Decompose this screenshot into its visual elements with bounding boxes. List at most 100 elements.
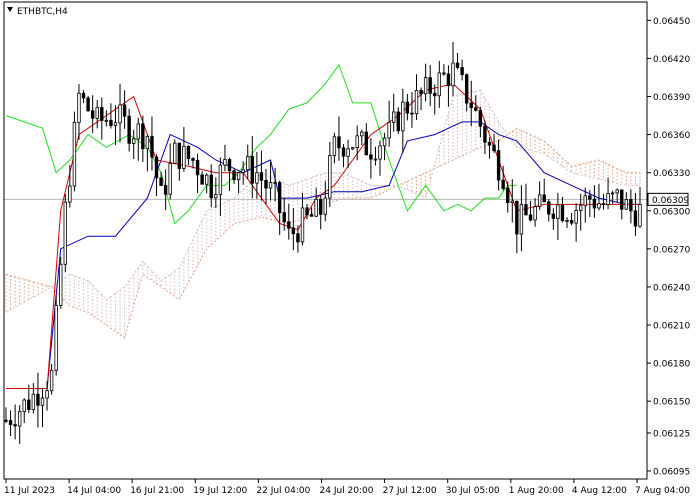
candle-body [22, 399, 26, 413]
candle-body [154, 156, 159, 179]
candle-body [268, 182, 273, 189]
candle-body [547, 201, 551, 215]
candle-body [27, 399, 31, 410]
x-tick-label: 22 Jul 04:00 [256, 486, 310, 496]
candle-body [232, 170, 236, 180]
candle-body [127, 115, 131, 144]
candle-body [346, 148, 350, 157]
candle-body [4, 419, 8, 422]
candle-body [177, 142, 182, 169]
candle-body [620, 189, 624, 210]
candle-body [296, 233, 300, 243]
candle-body [401, 101, 405, 132]
candle-body [40, 397, 45, 406]
candle-body [396, 111, 400, 132]
candle-body [90, 110, 95, 119]
candle-body [227, 159, 232, 172]
candle-body [291, 227, 296, 235]
candle-body [95, 107, 99, 119]
candle-body [118, 104, 122, 124]
candle-body [483, 125, 487, 143]
candle-body [524, 204, 528, 216]
candle-body [583, 195, 587, 207]
candle-body [204, 174, 209, 185]
candle-body [519, 204, 524, 235]
x-tick-label: 30 Jul 05:00 [446, 486, 500, 496]
candle-body [86, 97, 90, 112]
y-tick-label: 0.06330 [653, 169, 690, 179]
candle-body [305, 207, 309, 216]
candle-body [136, 123, 140, 140]
x-tick-label: 14 Jul 04:00 [67, 486, 121, 496]
candle-body [510, 200, 514, 204]
candle-body [186, 145, 191, 159]
x-tick-label: 1 Aug 20:00 [509, 486, 564, 496]
candle-body [610, 192, 615, 195]
candle-body [200, 174, 204, 185]
y-tick-label: 0.06360 [653, 131, 690, 141]
candle-body [31, 393, 36, 410]
candle-body [391, 111, 396, 123]
candle-body [410, 112, 414, 115]
candle-body [241, 169, 245, 173]
candle-body [624, 198, 629, 210]
x-tick-label: 24 Jul 20:00 [320, 486, 374, 496]
candle-body [515, 200, 519, 235]
y-tick-label: 0.06125 [653, 429, 690, 439]
candle-body [615, 189, 619, 194]
candle-body [423, 77, 428, 95]
candle-body [350, 147, 355, 150]
candle-body [182, 145, 186, 169]
candle-body [236, 172, 241, 180]
y-tick-label: 0.06390 [653, 93, 690, 103]
candle-body [629, 198, 633, 212]
candle-body [113, 122, 118, 126]
candle-body [81, 92, 86, 99]
x-tick-label: 27 Jul 12:00 [383, 486, 437, 496]
candle-body [104, 119, 109, 122]
candle-body [150, 136, 154, 158]
candle-body [195, 159, 200, 176]
y-tick-label: 0.06300 [653, 207, 690, 217]
candle-body [173, 142, 177, 164]
candle-body [474, 107, 478, 111]
candle-body [132, 138, 136, 144]
candle-body [414, 90, 419, 115]
candle-body [464, 74, 469, 104]
candle-body [533, 206, 537, 221]
candle-body [122, 104, 127, 117]
candle-body [355, 135, 359, 148]
candle-body [565, 220, 569, 222]
candle-body [209, 174, 213, 199]
y-tick-label: 0.06270 [653, 245, 690, 255]
candle-body [560, 204, 565, 222]
candle-body [145, 136, 150, 150]
y-tick-label: 0.06150 [653, 398, 690, 408]
candle-body [332, 136, 337, 156]
candle-body [255, 172, 259, 184]
y-tick-label: 0.06095 [653, 468, 690, 478]
candle-body [492, 144, 496, 152]
candle-body [446, 73, 451, 87]
candle-body [364, 131, 369, 156]
candle-body [214, 194, 218, 199]
candle-body [597, 203, 601, 209]
candle-body [633, 210, 638, 227]
candle-body [168, 162, 172, 195]
candle-body [109, 119, 113, 126]
candle-body [259, 172, 264, 181]
candle-body [277, 182, 282, 214]
candle-body [537, 194, 542, 208]
candle-body [551, 213, 556, 219]
y-tick-label: 0.06240 [653, 283, 690, 293]
chart-title: ETHBTC,H4 [17, 7, 68, 17]
candle-body [49, 369, 54, 392]
candle-body [419, 90, 423, 95]
candle-body [68, 185, 72, 203]
candle-body [506, 188, 510, 204]
candle-body [428, 77, 432, 94]
price-chart[interactable]: 0.06450 0.06420 0.06390 0.06360 0.06330 0.063… [0, 0, 700, 500]
candle-body [451, 62, 455, 87]
candle-body [588, 195, 592, 200]
candle-body [163, 185, 168, 195]
